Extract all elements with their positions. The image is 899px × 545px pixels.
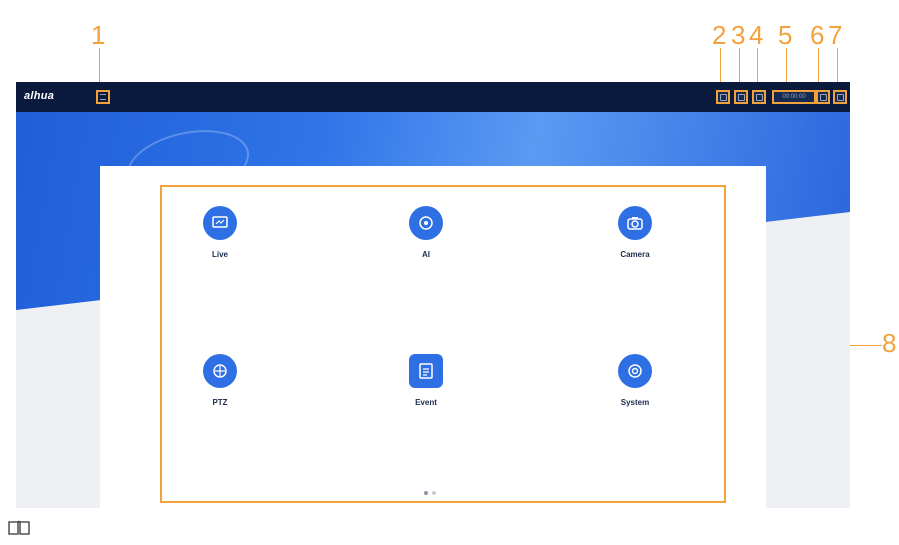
callout-2: 2 (712, 20, 727, 50)
tile-title: PTZ (212, 398, 228, 407)
tile-ai[interactable]: AI (336, 206, 516, 262)
tile-system[interactable]: System (545, 354, 725, 410)
callout-4: 4 (749, 20, 764, 50)
tile-camera[interactable]: Camera (545, 206, 725, 262)
ai-icon (409, 206, 443, 240)
callout-3: 3 (731, 20, 746, 50)
main-menu-button[interactable] (96, 90, 110, 104)
tile-ptz[interactable]: PTZ (130, 354, 310, 410)
callout-8: 8 (882, 328, 897, 358)
lock-icon[interactable] (752, 90, 766, 104)
book-icon (8, 520, 30, 535)
brand-logo: alhua (24, 90, 55, 102)
ptz-icon (203, 354, 237, 388)
tile-live[interactable]: Live (130, 206, 310, 262)
callout-1: 1 (91, 20, 106, 50)
menu-icon (100, 94, 106, 100)
tile-title: AI (422, 250, 430, 259)
page-dot-1[interactable] (424, 491, 428, 495)
pagination-dots[interactable] (424, 491, 436, 495)
page-dot-2[interactable] (432, 491, 436, 495)
callout-6: 6 (810, 20, 825, 50)
tile-title: System (620, 398, 650, 407)
expand-icon[interactable] (716, 90, 730, 104)
top-bar: alhua 00:00:00 (16, 82, 850, 112)
tile-title: Live (211, 250, 228, 259)
tile-event[interactable]: Event (336, 354, 516, 410)
user-icon[interactable] (734, 90, 748, 104)
callout-5: 5 (778, 20, 793, 50)
event-icon (409, 354, 443, 388)
notification-icon[interactable] (816, 90, 830, 104)
tile-title: Camera (620, 250, 650, 259)
system-icon (618, 354, 652, 388)
live-icon (203, 206, 237, 240)
logout-icon[interactable] (833, 90, 847, 104)
tile-title: Event (415, 398, 437, 407)
camera-icon (618, 206, 652, 240)
time-display: 00:00:00 (772, 90, 816, 104)
callout-7: 7 (828, 20, 843, 50)
